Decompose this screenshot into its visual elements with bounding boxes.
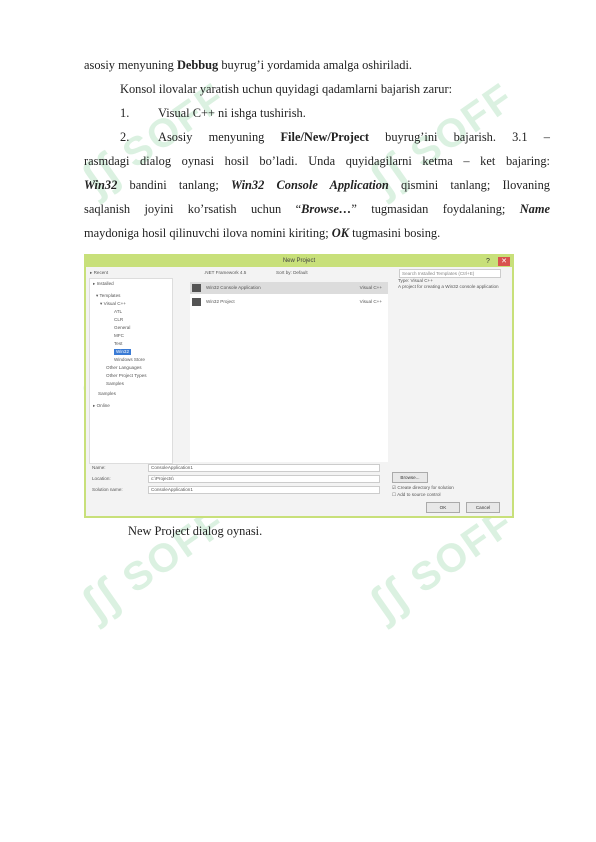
tree-item[interactable]: Test: [114, 341, 122, 347]
console-app-icon: [192, 284, 201, 292]
tree-item[interactable]: MFC: [114, 333, 124, 339]
text-span: tugmasini bosing.: [349, 226, 441, 240]
caption-text: New Project dialog oynasi.: [128, 524, 263, 538]
template-lang: Visual C++: [359, 299, 382, 304]
bold-italic-term: Win32 Console Application: [231, 178, 389, 192]
text-span: buyrug’ini: [385, 130, 438, 144]
paragraph-line: Konsol ilovalar yaratish uchun quyidagi …: [120, 82, 452, 97]
template-description: Type: Visual C++ A project for creating …: [398, 278, 508, 318]
paragraph-line: rasmdagi dialog oynasi hosil bo’ladi. Un…: [84, 154, 550, 169]
tree-item[interactable]: Other Languages: [106, 365, 142, 371]
checkbox-label: Add to source control: [397, 492, 441, 497]
tree-item[interactable]: ▾ Visual C++: [100, 301, 126, 307]
list-number: 1.: [120, 106, 130, 120]
paragraph-line: asosiy menyuning Debbug buyrug’i yordami…: [84, 58, 412, 73]
search-placeholder: Search Installed Templates (Ctrl+E): [402, 271, 475, 276]
location-label: Location:: [92, 476, 111, 481]
watermark-logo: ʃʃ: [71, 142, 130, 205]
solution-value: ConsoleApplication1: [151, 487, 193, 492]
browse-button[interactable]: Browse...: [392, 472, 428, 483]
close-button[interactable]: ✕: [498, 257, 510, 266]
template-name: Win32 Console Application: [206, 285, 261, 290]
ok-button[interactable]: OK: [426, 502, 460, 513]
solution-field[interactable]: ConsoleApplication1: [148, 486, 380, 494]
tree-item-win32[interactable]: Win32: [114, 349, 132, 355]
list-item-text: Asosiy menyuning File/New/Project buyrug…: [158, 130, 550, 145]
tree-item[interactable]: Samples: [106, 381, 124, 387]
list-item: 2.: [120, 130, 129, 145]
win32-project-icon: [192, 298, 201, 306]
paragraph-line: Win32 bandini tanlang; Win32 Console App…: [84, 178, 550, 193]
text-span: 3.1: [512, 130, 528, 144]
sort-select[interactable]: Sort by: Default: [276, 270, 308, 276]
tree-item-samples[interactable]: Samples: [98, 391, 116, 397]
tree-item[interactable]: ATL: [114, 309, 122, 315]
list-item: 1.: [120, 106, 129, 121]
text-span: rasmdagi dialog oynasi hosil bo’ladi. Un…: [84, 154, 550, 168]
framework-select[interactable]: .NET Framework 4.5: [204, 270, 246, 276]
watermark-logo: ʃʃ: [359, 567, 418, 630]
tree-item[interactable]: General: [114, 325, 130, 331]
text-span: Asosiy: [158, 130, 193, 144]
text-span: buyrug’i yordamida amalga oshiriladi.: [218, 58, 412, 72]
tree-item-installed[interactable]: ▸ Installed: [93, 281, 114, 287]
cancel-button[interactable]: Cancel: [466, 502, 500, 513]
watermark-logo: ʃʃ: [71, 567, 130, 630]
paragraph-line: maydoniga hosil qilinuvchi ilova nomini …: [84, 226, 440, 241]
location-value: c:\Projects\: [151, 476, 174, 481]
template-lang: Visual C++: [359, 285, 382, 290]
bold-italic-term: OK: [331, 226, 350, 240]
bold-italic-term: Win32: [84, 178, 118, 192]
template-row[interactable]: Win32 Console Application Visual C++: [190, 282, 388, 294]
figure-caption: New Project dialog oynasi.: [128, 524, 262, 539]
name-field[interactable]: ConsoleApplication1: [148, 464, 380, 472]
bold-term: File/New/Project: [280, 130, 370, 144]
text-span: Konsol ilovalar yaratish uchun quyidagi …: [120, 82, 453, 96]
create-directory-checkbox[interactable]: ☑ Create directory for solution: [392, 485, 454, 491]
dialog-titlebar: New Project ? ✕: [86, 256, 512, 267]
bold-italic-term: Name: [519, 202, 550, 216]
tree-item[interactable]: CLR: [114, 317, 123, 323]
paragraph-line: saqlanish joyini ko’rsatish uchun “Brows…: [84, 202, 550, 217]
text-span: Visual C++ ni ishga tushirish.: [158, 106, 306, 120]
help-button[interactable]: ?: [482, 257, 494, 266]
recent-node[interactable]: ▸ Recent: [90, 270, 108, 276]
text-span: bajarish.: [453, 130, 496, 144]
text-span: bandini tanlang;: [117, 178, 232, 192]
list-item-text: Visual C++ ni ishga tushirish.: [158, 106, 306, 121]
template-row[interactable]: Win32 Project Visual C++: [190, 296, 388, 308]
tree-item-online[interactable]: ▸ Online: [93, 403, 110, 409]
list-number: 2.: [120, 130, 130, 144]
text-span: ” tugmasidan foydalaning;: [351, 202, 520, 216]
template-name: Win32 Project: [206, 299, 235, 304]
watermark-logo: ʃʃ: [359, 142, 418, 205]
text-span: maydoniga hosil qilinuvchi ilova nomini …: [84, 226, 332, 240]
template-tree[interactable]: ▸ Installed ▾ Templates ▾ Visual C++ ATL…: [89, 278, 173, 464]
bold-term: Debbug: [176, 58, 219, 72]
name-label: Name:: [92, 465, 106, 470]
bold-italic-term: Browse…: [301, 202, 352, 216]
text-span: saqlanish joyini ko’rsatish uchun “: [84, 202, 302, 216]
name-value: ConsoleApplication1: [151, 465, 193, 470]
template-list[interactable]: Win32 Console Application Visual C++ Win…: [190, 282, 388, 462]
text-span: qismini tanlang; Ilovaning: [388, 178, 550, 192]
tree-item[interactable]: Windows Store: [114, 357, 145, 363]
search-input[interactable]: Search Installed Templates (Ctrl+E): [399, 269, 501, 278]
source-control-checkbox[interactable]: ☐ Add to source control: [392, 492, 441, 498]
location-field[interactable]: c:\Projects\: [148, 475, 380, 483]
solution-label: Solution name:: [92, 487, 123, 492]
dialog-title: New Project: [282, 258, 316, 264]
text-span: asosiy menyuning: [84, 58, 177, 72]
tree-item[interactable]: ▾ Templates: [96, 293, 120, 299]
new-project-dialog-screenshot: New Project ? ✕ ▸ Recent .NET Framework …: [84, 254, 514, 518]
text-span: menyuning: [208, 130, 265, 144]
text-span: –: [543, 130, 550, 144]
description-text: A project for creating a Win32 console a…: [398, 284, 499, 289]
tree-item[interactable]: Other Project Types: [106, 373, 147, 379]
checkbox-label: Create directory for solution: [397, 485, 454, 490]
